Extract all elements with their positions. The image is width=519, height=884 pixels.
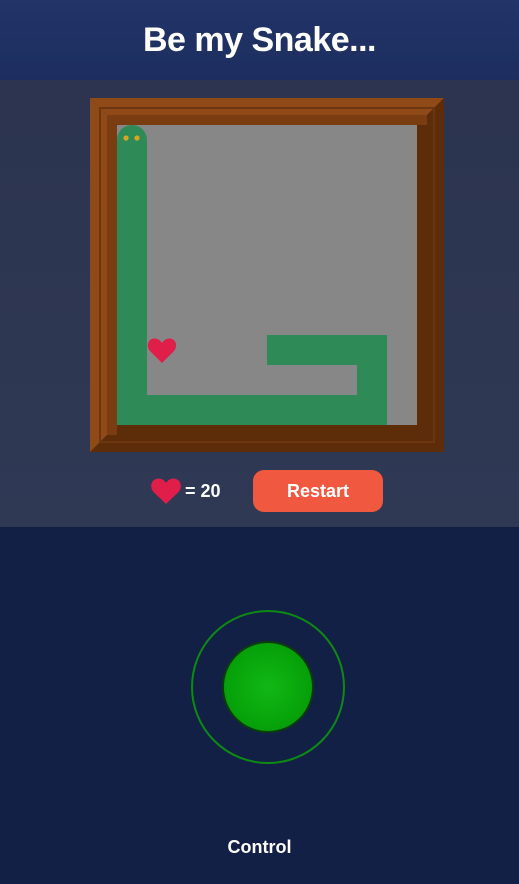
page-title: Be my Snake...	[142, 20, 377, 59]
snake-body-vertical	[117, 154, 147, 395]
score-display: = 20	[150, 476, 221, 506]
status-row: = 20 Restart	[0, 470, 519, 512]
score-value: = 20	[185, 480, 221, 501]
restart-button[interactable]: Restart	[253, 470, 383, 512]
snake-eye-left	[123, 135, 129, 141]
control-label: Control	[227, 837, 292, 857]
heart-icon	[151, 478, 181, 504]
snake-eye-right	[134, 135, 140, 141]
frame-inner-border-left	[107, 115, 117, 435]
joystick-knob[interactable]	[222, 641, 314, 733]
control-area: Control	[0, 527, 519, 884]
header-bar: Be my Snake...	[0, 0, 519, 80]
game-panel: = 20 Restart	[0, 80, 519, 527]
snake-body-bottom	[117, 395, 387, 425]
game-board	[90, 98, 444, 452]
snake-head	[117, 125, 147, 155]
snake-tail	[267, 335, 387, 365]
game-board-canvas	[90, 98, 444, 452]
frame-inner-border-light	[107, 115, 427, 125]
